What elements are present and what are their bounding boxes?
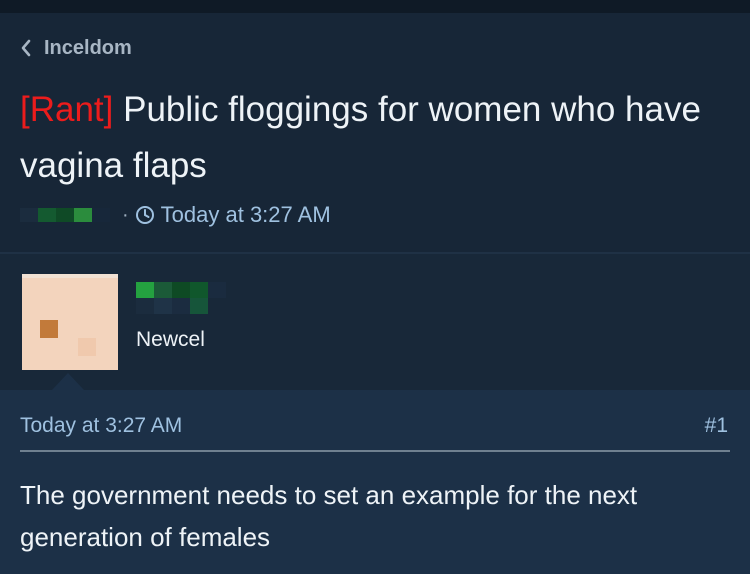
avatar-blur-block (40, 320, 58, 338)
user-rank: Newcel (136, 328, 205, 351)
post-number[interactable]: #1 (705, 414, 728, 438)
breadcrumb[interactable]: Inceldom (20, 34, 132, 62)
post-pointer-arrow (52, 373, 84, 390)
post-body: The government needs to set an example f… (20, 480, 638, 552)
thread-prefix[interactable]: [Rant] (20, 90, 113, 129)
username-redacted[interactable] (136, 282, 236, 318)
top-bar (0, 0, 750, 13)
post-timestamp[interactable]: Today at 3:27 AM (20, 414, 182, 438)
meta-separator: · (122, 203, 129, 226)
post-divider (20, 450, 730, 452)
thread-timestamp[interactable]: Today at 3:27 AM (161, 202, 331, 228)
author-name-redacted (20, 208, 110, 222)
avatar-blur-block (78, 338, 96, 356)
chevron-left-icon (21, 39, 31, 57)
clock-icon (135, 206, 154, 224)
thread-meta: · Today at 3:27 AM (20, 200, 331, 230)
thread-title-text: Public floggings for women who have vagi… (20, 90, 701, 185)
breadcrumb-forum-link[interactable]: Inceldom (44, 37, 132, 60)
avatar[interactable] (22, 274, 118, 370)
thread-title: [Rant] Public floggings for women who ha… (20, 82, 740, 194)
